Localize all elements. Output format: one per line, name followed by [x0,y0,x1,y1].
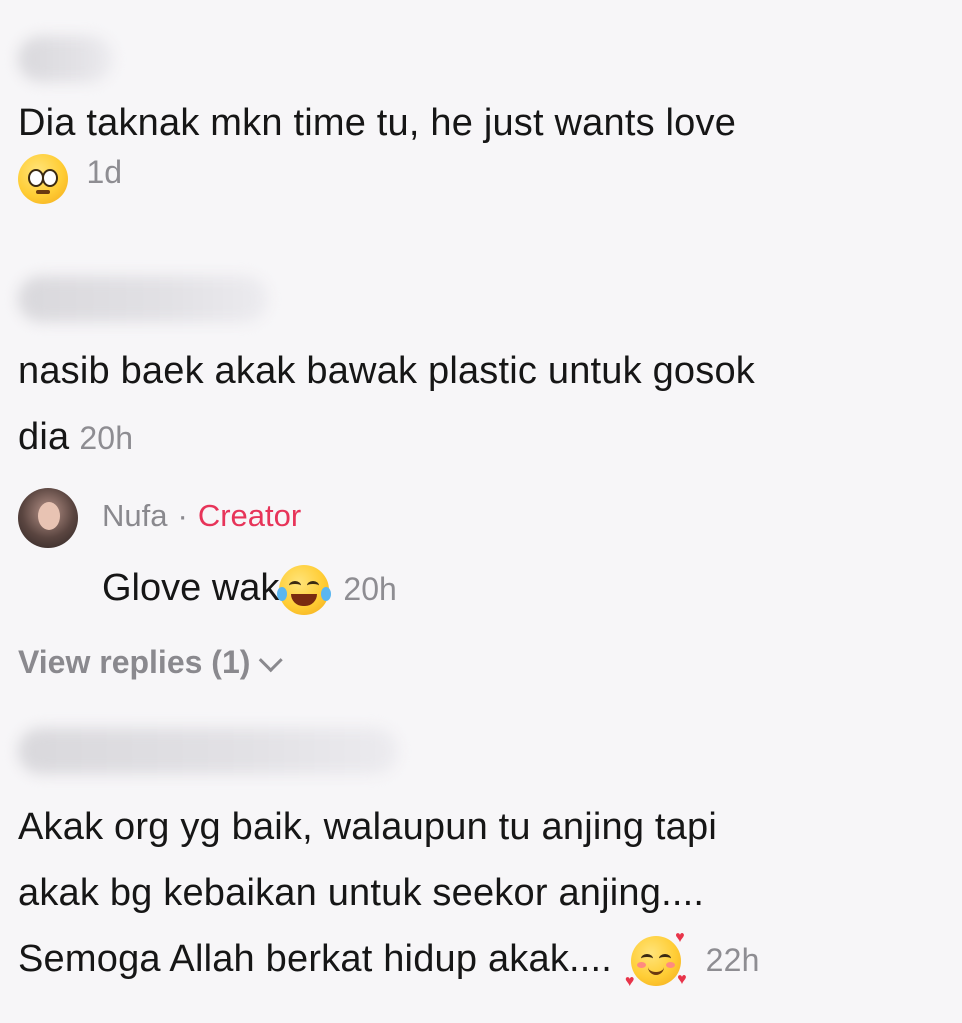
smiling-face-with-hearts-emoji-icon: ♥ ♥ ♥ [624,928,687,990]
reply-author[interactable]: Nufa [102,498,167,533]
comment-meta: 1d [18,154,942,204]
pleading-face-emoji-icon [18,154,68,204]
avatar[interactable] [18,488,78,548]
reply-text: Glove wak 20h [102,558,397,619]
comment-timestamp: 20h [79,420,134,456]
separator-dot: · [177,498,188,533]
comment-2[interactable]: nasib baek akak bawak plastic untuk goso… [18,276,942,471]
reply-header: Nufa · Creator [102,498,301,534]
reply-timestamp: 20h [343,571,397,607]
comment-3[interactable]: Akak org yg baik, walaupun tu anjing tap… [18,728,942,993]
creator-badge: Creator [197,498,302,533]
redacted-username [18,36,113,82]
comment-timestamp: 22h [705,942,760,978]
chevron-down-icon [259,648,284,673]
redacted-username [18,276,268,322]
redacted-username [18,728,398,774]
tears-of-joy-emoji-icon [277,564,332,615]
view-replies-button[interactable]: View replies (1) [18,644,284,681]
comment-timestamp: 1d [86,154,123,191]
comment-text: nasib baek akak bawak plastic untuk goso… [18,350,755,458]
comment-text: Akak org yg baik, walaupun tu anjing tap… [18,806,760,990]
comment-1[interactable]: Dia taknak mkn time tu, he just wants lo… [18,36,942,204]
comment-text: Dia taknak mkn time tu, he just wants lo… [18,102,737,144]
